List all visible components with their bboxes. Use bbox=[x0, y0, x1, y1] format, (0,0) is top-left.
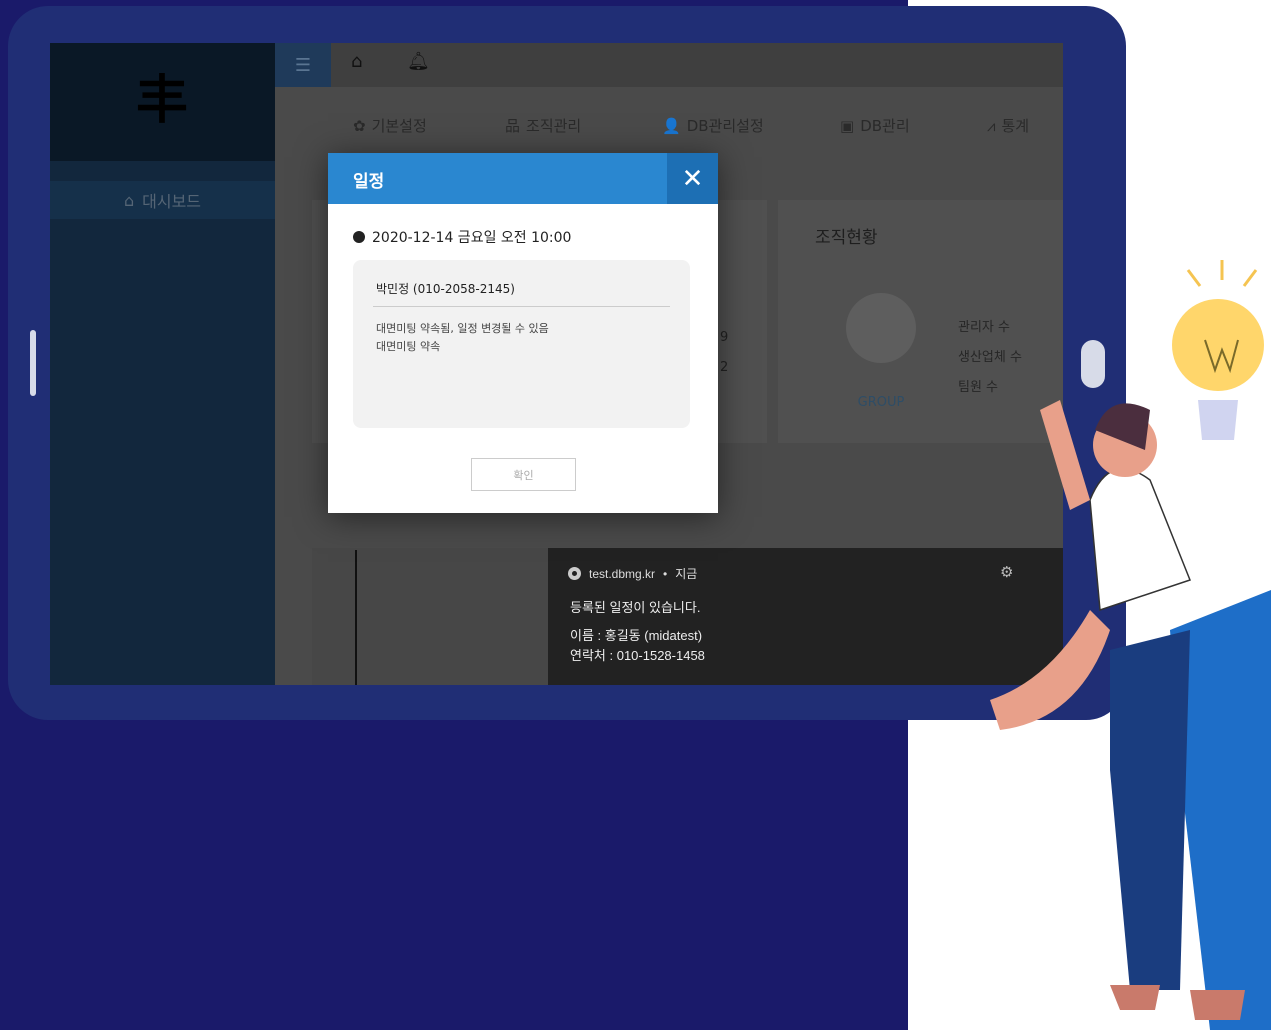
menu-item-label: DB관리 bbox=[860, 117, 910, 135]
notification-contact-line: 연락처 : 010-1528-1458 bbox=[570, 648, 705, 663]
dashboard-icon: ⌂ bbox=[123, 190, 135, 210]
memo-line: 대면미팅 약속 bbox=[376, 340, 441, 353]
close-icon[interactable]: ✕ bbox=[667, 153, 718, 204]
menu-item-label: 통계 bbox=[1001, 117, 1030, 135]
top-bar: ☰ ⌂ 🔔︎ bbox=[275, 43, 1063, 87]
sidebar-item-dashboard[interactable]: ⌂ 대시보드 bbox=[50, 181, 275, 219]
chrome-icon bbox=[568, 567, 581, 580]
notification-title: 등록된 일정이 있습니다. bbox=[570, 600, 701, 615]
modal-title: 일정 bbox=[353, 172, 385, 192]
notification-time: 지금 bbox=[675, 567, 698, 581]
sidebar-item-label: 대시보드 bbox=[142, 192, 202, 211]
logo-area: 丰 bbox=[50, 43, 275, 161]
notification-source: test.dbmg.kr • 지금 bbox=[568, 565, 697, 582]
hamburger-icon[interactable]: ☰ bbox=[275, 43, 331, 87]
clock-icon bbox=[353, 231, 365, 243]
chart-axis-line bbox=[355, 550, 357, 685]
menu-item-label: 조직관리 bbox=[526, 117, 582, 135]
group-label: GROUP bbox=[857, 395, 905, 410]
card-value: 9 bbox=[720, 330, 729, 345]
schedule-datetime: 2020-12-14 금요일 오전 10:00 bbox=[353, 227, 571, 247]
schedule-detail-box: 박민정 (010-2058-2145) 대면미팅 약속됨, 일정 변경될 수 있… bbox=[353, 260, 690, 428]
sidebar: 丰 ⌂ 대시보드 bbox=[50, 43, 275, 685]
divider bbox=[373, 306, 670, 307]
id-card-icon: ▣ bbox=[840, 116, 855, 135]
chart-line-icon: ⩘ bbox=[987, 116, 996, 135]
person-illustration bbox=[990, 260, 1271, 1030]
contact-name: 박민정 (010-2058-2145) bbox=[376, 282, 515, 296]
home-icon[interactable]: ⌂ bbox=[351, 51, 362, 72]
menu-item-statistics[interactable]: ⩘ 통계 bbox=[987, 115, 1029, 136]
menu-item-db-management[interactable]: ▣ DB관리 bbox=[840, 115, 910, 136]
modal-header: 일정 ✕ bbox=[328, 153, 718, 204]
user-cog-icon: 👤 bbox=[662, 116, 681, 135]
memo-line: 대면미팅 약속됨, 일정 변경될 수 있음 bbox=[376, 322, 549, 335]
gear-icon: ✿ bbox=[353, 116, 366, 135]
card-value: 2 bbox=[720, 360, 729, 375]
sitemap-icon: 品 bbox=[505, 117, 521, 135]
menu-item-label: 기본설정 bbox=[371, 117, 427, 135]
org-status-title: 조직현황 bbox=[815, 228, 878, 248]
confirm-button[interactable]: 확인 bbox=[471, 458, 576, 491]
menu-item-db-settings[interactable]: 👤 DB관리설정 bbox=[662, 115, 764, 136]
bell-icon[interactable]: 🔔︎ bbox=[407, 51, 430, 72]
notification-separator: • bbox=[663, 566, 668, 581]
schedule-date-text: 2020-12-14 금요일 오전 10:00 bbox=[372, 230, 572, 246]
lightbulb-icon bbox=[1172, 260, 1264, 440]
notification-name-line: 이름 : 홍길동 (midatest) bbox=[570, 628, 703, 643]
tablet-side-button-left bbox=[30, 330, 36, 396]
menu-item-label: DB관리설정 bbox=[686, 117, 764, 135]
menu-item-basic-settings[interactable]: ✿ 기본설정 bbox=[353, 115, 427, 136]
bottom-card bbox=[312, 548, 552, 685]
group-chart bbox=[846, 293, 916, 363]
schedule-modal: 일정 ✕ 2020-12-14 금요일 오전 10:00 박민정 (010-20… bbox=[328, 153, 718, 513]
notification-domain: test.dbmg.kr bbox=[589, 566, 656, 581]
main-menu: ✿ 기본설정 品 조직관리 👤 DB관리설정 ▣ DB관리 ⩘ 통계 bbox=[275, 103, 1063, 147]
app-logo: 丰 bbox=[135, 71, 188, 131]
menu-item-org-management[interactable]: 品 조직관리 bbox=[505, 115, 581, 136]
